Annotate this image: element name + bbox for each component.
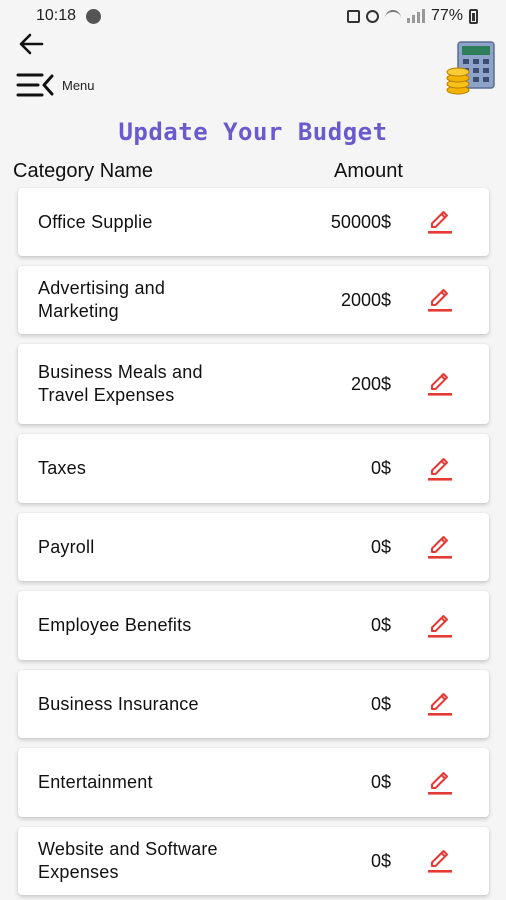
edit-button[interactable] [425,768,455,798]
category-name: Advertising and Marketing [38,278,166,321]
menu-label: Menu [62,77,95,93]
page-title: Update Your Budget [118,118,388,146]
edit-pencil-icon [428,289,452,312]
menu-button[interactable]: Menu [16,68,95,102]
column-header-category: Category Name [13,160,154,182]
budget-row-advertising-and-marketing: Advertising and Marketing 2000$ [18,266,489,334]
budget-row-payroll: Payroll 0$ [18,513,489,581]
edit-button[interactable] [425,369,455,399]
category-amount: 0$ [370,772,391,792]
edit-pencil-icon [428,536,452,559]
category-name: Office Supplie [38,211,153,232]
category-amount: 2000$ [340,289,391,310]
edit-pencil-icon [428,771,452,795]
budget-category-list: Office Supplie 50000$ Advertising and Ma… [18,188,489,900]
budget-row-entertainment: Entertainment 0$ [18,748,489,817]
budget-row-business-insurance: Business Insurance 0$ [18,670,489,738]
edit-button[interactable] [425,285,455,315]
edit-pencil-icon [428,614,452,638]
status-time: 10:18 [36,7,77,24]
lock-icon [346,9,360,23]
category-name: Business Meals and Travel Expenses [38,362,203,405]
edit-button[interactable] [425,846,455,876]
edit-pencil-icon [428,373,452,396]
battery-icon [469,8,478,24]
category-name: Taxes [38,458,87,478]
budget-calculator-logo-icon [446,41,495,95]
edit-pencil-icon [428,457,452,481]
category-amount: 0$ [370,458,391,478]
edit-button[interactable] [425,532,455,562]
edit-pencil-icon [428,693,452,716]
edit-pencil-icon [428,211,452,234]
edit-button[interactable] [425,689,455,719]
signal-icon [406,9,425,23]
budget-row-website-and-software-expenses: Website and Software Expenses 0$ [18,827,489,895]
category-name: Website and Software Expenses [38,839,218,882]
edit-pencil-icon [428,850,452,873]
back-button[interactable] [14,30,48,58]
budget-row-employee-benefits: Employee Benefits 0$ [18,591,489,660]
column-header-amount: Amount [334,160,403,182]
wifi-icon [384,10,401,22]
category-amount: 50000$ [330,211,391,232]
category-amount: 0$ [370,850,391,871]
category-name: Employee Benefits [38,615,192,635]
notification-icon [86,8,102,24]
category-name: Payroll [38,536,95,557]
category-amount: 0$ [370,693,391,714]
category-name: Entertainment [38,772,153,792]
edit-button[interactable] [425,454,455,484]
arrow-left-icon [19,33,44,55]
category-amount: 0$ [370,536,391,557]
edit-button[interactable] [425,611,455,641]
budget-row-taxes: Taxes 0$ [18,434,489,503]
battery-percent: 77% [430,7,463,24]
category-amount: 0$ [370,615,391,635]
budget-row-office-supplie: Office Supplie 50000$ [18,188,489,256]
menu-icon [16,73,54,97]
category-amount: 200$ [350,373,391,394]
budget-row-business-meals-and-travel-expenses: Business Meals and Travel Expenses 200$ [18,344,489,424]
status-bar: 10:18 77% [0,0,506,32]
category-name: Business Insurance [38,693,199,714]
alarm-icon [365,9,379,23]
edit-button[interactable] [425,207,455,237]
